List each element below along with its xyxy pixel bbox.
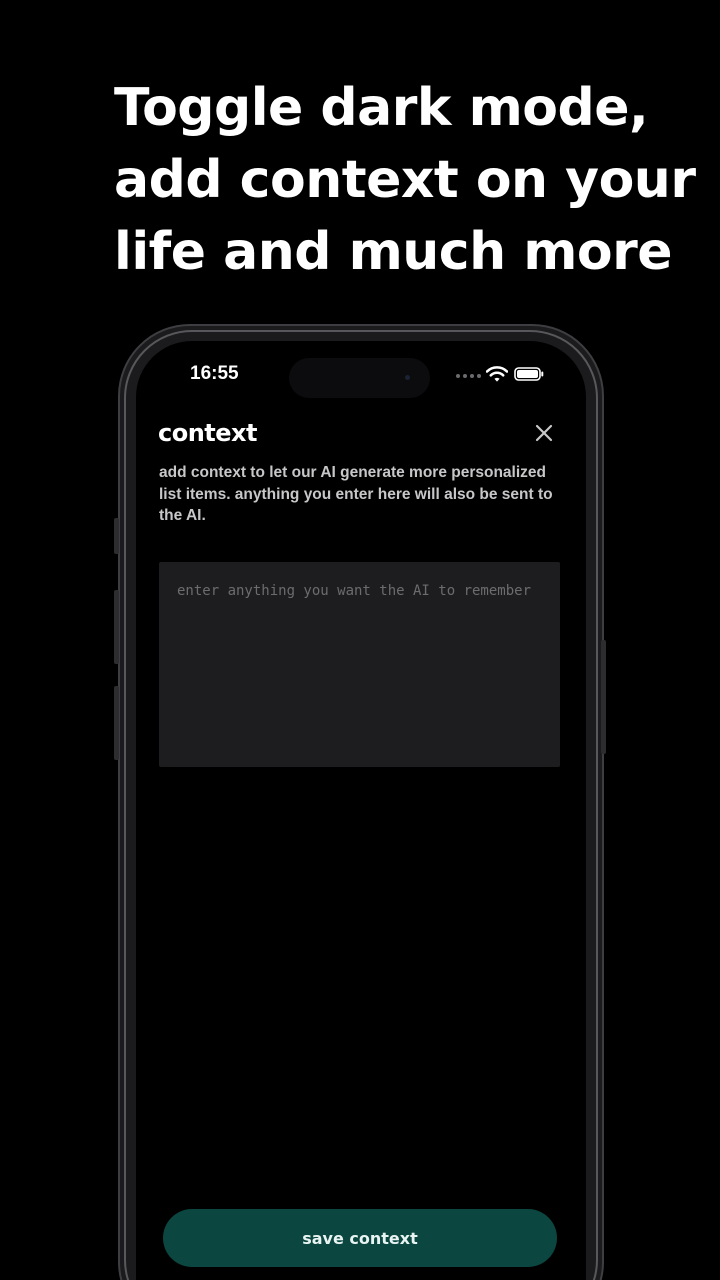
phone-volume-up-button	[114, 590, 119, 664]
phone-volume-down-button	[114, 686, 119, 760]
sheet-title: context	[158, 419, 258, 447]
phone-screen: 16:55 context add context to let our AI …	[136, 341, 586, 1280]
signal-dots-icon	[456, 374, 482, 378]
save-context-button[interactable]: save context	[163, 1209, 557, 1267]
battery-icon	[514, 367, 544, 381]
dynamic-island	[289, 358, 430, 398]
promo-headline: Toggle dark mode, add context on your li…	[114, 72, 696, 288]
status-icons	[456, 365, 546, 383]
wifi-icon	[486, 366, 508, 382]
status-time: 16:55	[190, 363, 239, 384]
camera-dot	[405, 375, 410, 380]
app-store-screenshot: Toggle dark mode, add context on your li…	[0, 0, 720, 1280]
headline-line-1: Toggle dark mode,	[114, 78, 649, 138]
sheet-description: add context to let our AI generate more …	[159, 464, 553, 524]
close-icon[interactable]	[532, 421, 556, 445]
context-input[interactable]	[159, 562, 560, 767]
phone-power-button	[601, 640, 606, 754]
phone-silent-switch	[114, 518, 119, 554]
headline-line-2: add context on your	[114, 150, 696, 210]
headline-line-3: life and much more	[114, 222, 673, 282]
